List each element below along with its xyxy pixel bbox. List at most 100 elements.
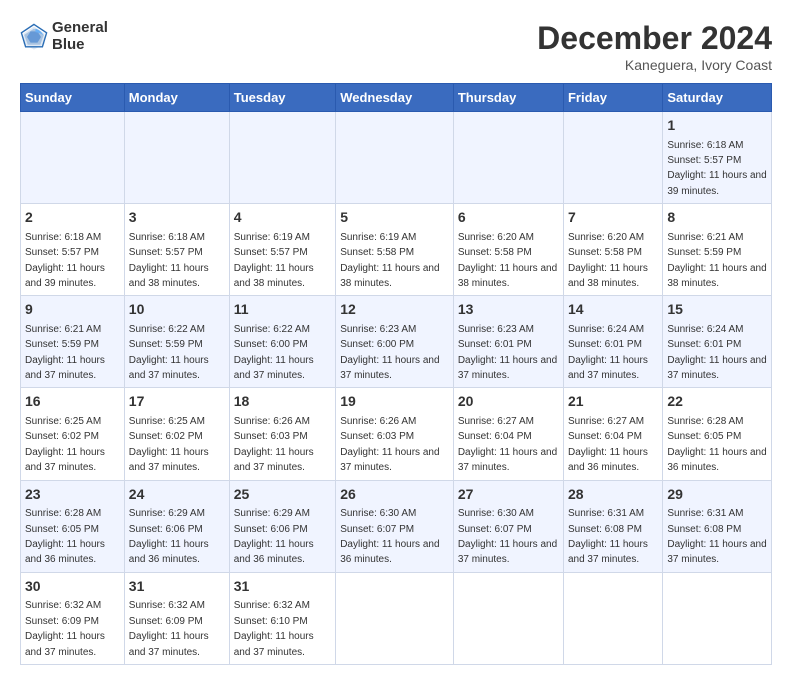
- logo-text: General Blue: [52, 20, 108, 53]
- calendar-day-cell: 27Sunrise: 6:30 AMSunset: 6:07 PMDayligh…: [453, 480, 563, 572]
- calendar-day-cell: 23Sunrise: 6:28 AMSunset: 6:05 PMDayligh…: [21, 480, 125, 572]
- month-year-title: December 2024: [537, 20, 772, 57]
- day-number: 11: [234, 300, 331, 320]
- calendar-day-cell: 28 Sunrise: 6:31 AMSunset: 6:08 PMDayligh…: [563, 480, 662, 572]
- day-number: 19: [340, 392, 449, 412]
- day-info: Sunrise: 6:23 AMSunset: 6:01 PMDaylight:…: [458, 324, 557, 381]
- calendar-week-row: 1Sunrise: 6:18 AMSunset: 5:57 PMDaylight…: [21, 112, 772, 204]
- calendar-day-cell: 7 Sunrise: 6:20 AMSunset: 5:58 PMDaylight…: [563, 204, 662, 296]
- day-number: 21: [568, 392, 658, 412]
- calendar-day-cell: 17 Sunrise: 6:25 AMSunset: 6:02 PMDayligh…: [124, 388, 229, 480]
- day-of-week-header: Tuesday: [229, 84, 335, 112]
- day-info: Sunrise: 6:27 AMSunset: 6:04 PMDaylight:…: [568, 416, 648, 473]
- day-info: Sunrise: 6:30 AMSunset: 6:07 PMDaylight:…: [458, 508, 557, 565]
- calendar-day-cell: [663, 572, 772, 664]
- day-number: 15: [667, 300, 767, 320]
- location-label: Kaneguera, Ivory Coast: [537, 57, 772, 73]
- empty-cell: [453, 112, 563, 204]
- day-number: 8: [667, 208, 767, 228]
- day-info: Sunrise: 6:24 AMSunset: 6:01 PMDaylight:…: [568, 324, 648, 381]
- day-info: Sunrise: 6:25 AMSunset: 6:02 PMDaylight:…: [129, 416, 209, 473]
- day-of-week-header: Sunday: [21, 84, 125, 112]
- day-number: 18: [234, 392, 331, 412]
- calendar-day-cell: 24 Sunrise: 6:29 AMSunset: 6:06 PMDayligh…: [124, 480, 229, 572]
- day-number: 3: [129, 208, 225, 228]
- calendar-week-row: 16Sunrise: 6:25 AMSunset: 6:02 PMDayligh…: [21, 388, 772, 480]
- calendar-day-cell: 1Sunrise: 6:18 AMSunset: 5:57 PMDaylight…: [663, 112, 772, 204]
- calendar-day-cell: 14 Sunrise: 6:24 AMSunset: 6:01 PMDayligh…: [563, 296, 662, 388]
- title-section: December 2024 Kaneguera, Ivory Coast: [537, 20, 772, 73]
- calendar-week-row: 30 Sunrise: 6:32 AMSunset: 6:09 PMDayligh…: [21, 572, 772, 664]
- day-of-week-header: Wednesday: [336, 84, 454, 112]
- day-number: 2: [25, 208, 120, 228]
- calendar-day-cell: 22 Sunrise: 6:28 AMSunset: 6:05 PMDayligh…: [663, 388, 772, 480]
- day-info: Sunrise: 6:20 AMSunset: 5:58 PMDaylight:…: [568, 232, 648, 289]
- calendar-day-cell: [336, 572, 454, 664]
- calendar-day-cell: 15 Sunrise: 6:24 AMSunset: 6:01 PMDayligh…: [663, 296, 772, 388]
- day-info: Sunrise: 6:24 AMSunset: 6:01 PMDaylight:…: [667, 324, 766, 381]
- day-number: 31: [234, 577, 331, 597]
- day-number: 4: [234, 208, 331, 228]
- day-info: Sunrise: 6:28 AMSunset: 6:05 PMDaylight:…: [667, 416, 766, 473]
- day-of-week-header: Thursday: [453, 84, 563, 112]
- day-number: 20: [458, 392, 559, 412]
- calendar-day-cell: 2 Sunrise: 6:18 AMSunset: 5:57 PMDaylight…: [21, 204, 125, 296]
- day-number: 17: [129, 392, 225, 412]
- calendar-day-cell: 20 Sunrise: 6:27 AMSunset: 6:04 PMDayligh…: [453, 388, 563, 480]
- calendar-day-cell: 9Sunrise: 6:21 AMSunset: 5:59 PMDaylight…: [21, 296, 125, 388]
- day-info: Sunrise: 6:28 AMSunset: 6:05 PMDaylight:…: [25, 508, 105, 565]
- day-info: Sunrise: 6:31 AMSunset: 6:08 PMDaylight:…: [667, 508, 766, 565]
- day-number: 10: [129, 300, 225, 320]
- calendar-week-row: 2 Sunrise: 6:18 AMSunset: 5:57 PMDaylight…: [21, 204, 772, 296]
- day-info: Sunrise: 6:29 AMSunset: 6:06 PMDaylight:…: [129, 508, 209, 565]
- day-info: Sunrise: 6:27 AMSunset: 6:04 PMDaylight:…: [458, 416, 557, 473]
- day-info: Sunrise: 6:32 AMSunset: 6:09 PMDaylight:…: [25, 600, 105, 657]
- day-info: Sunrise: 6:32 AMSunset: 6:10 PMDaylight:…: [234, 600, 314, 657]
- day-number: 28: [568, 485, 658, 505]
- day-number: 24: [129, 485, 225, 505]
- calendar-day-cell: 11Sunrise: 6:22 AMSunset: 6:00 PMDayligh…: [229, 296, 335, 388]
- day-number: 7: [568, 208, 658, 228]
- empty-cell: [229, 112, 335, 204]
- calendar-day-cell: 31Sunrise: 6:32 AMSunset: 6:09 PMDayligh…: [124, 572, 229, 664]
- calendar-day-cell: 12Sunrise: 6:23 AMSunset: 6:00 PMDayligh…: [336, 296, 454, 388]
- day-number: 22: [667, 392, 767, 412]
- calendar-header-row: SundayMondayTuesdayWednesdayThursdayFrid…: [21, 84, 772, 112]
- empty-cell: [124, 112, 229, 204]
- day-number: 9: [25, 300, 120, 320]
- day-number: 1: [667, 116, 767, 136]
- day-number: 25: [234, 485, 331, 505]
- day-info: Sunrise: 6:22 AMSunset: 5:59 PMDaylight:…: [129, 324, 209, 381]
- day-number: 14: [568, 300, 658, 320]
- day-info: Sunrise: 6:18 AMSunset: 5:57 PMDaylight:…: [25, 232, 105, 289]
- day-info: Sunrise: 6:23 AMSunset: 6:00 PMDaylight:…: [340, 324, 439, 381]
- empty-cell: [563, 112, 662, 204]
- calendar-day-cell: 25Sunrise: 6:29 AMSunset: 6:06 PMDayligh…: [229, 480, 335, 572]
- day-info: Sunrise: 6:30 AMSunset: 6:07 PMDaylight:…: [340, 508, 439, 565]
- day-number: 13: [458, 300, 559, 320]
- day-number: 6: [458, 208, 559, 228]
- day-info: Sunrise: 6:21 AMSunset: 5:59 PMDaylight:…: [667, 232, 766, 289]
- calendar-day-cell: 13 Sunrise: 6:23 AMSunset: 6:01 PMDayligh…: [453, 296, 563, 388]
- logo-icon: [20, 23, 48, 51]
- day-info: Sunrise: 6:19 AMSunset: 5:57 PMDaylight:…: [234, 232, 314, 289]
- day-number: 29: [667, 485, 767, 505]
- calendar-day-cell: 18 Sunrise: 6:26 AMSunset: 6:03 PMDayligh…: [229, 388, 335, 480]
- day-number: 30: [25, 577, 120, 597]
- day-number: 26: [340, 485, 449, 505]
- calendar-day-cell: 31 Sunrise: 6:32 AMSunset: 6:10 PMDayligh…: [229, 572, 335, 664]
- calendar-day-cell: 8 Sunrise: 6:21 AMSunset: 5:59 PMDaylight…: [663, 204, 772, 296]
- day-info: Sunrise: 6:31 AMSunset: 6:08 PMDaylight:…: [568, 508, 648, 565]
- day-info: Sunrise: 6:26 AMSunset: 6:03 PMDaylight:…: [340, 416, 439, 473]
- logo-line1: General: [52, 20, 108, 37]
- day-info: Sunrise: 6:18 AMSunset: 5:57 PMDaylight:…: [129, 232, 209, 289]
- day-of-week-header: Monday: [124, 84, 229, 112]
- logo-line2: Blue: [52, 37, 108, 54]
- day-number: 31: [129, 577, 225, 597]
- calendar-day-cell: 26 Sunrise: 6:30 AMSunset: 6:07 PMDayligh…: [336, 480, 454, 572]
- day-info: Sunrise: 6:26 AMSunset: 6:03 PMDaylight:…: [234, 416, 314, 473]
- calendar-table: SundayMondayTuesdayWednesdayThursdayFrid…: [20, 83, 772, 665]
- calendar-day-cell: 10 Sunrise: 6:22 AMSunset: 5:59 PMDayligh…: [124, 296, 229, 388]
- empty-cell: [21, 112, 125, 204]
- calendar-day-cell: 3 Sunrise: 6:18 AMSunset: 5:57 PMDaylight…: [124, 204, 229, 296]
